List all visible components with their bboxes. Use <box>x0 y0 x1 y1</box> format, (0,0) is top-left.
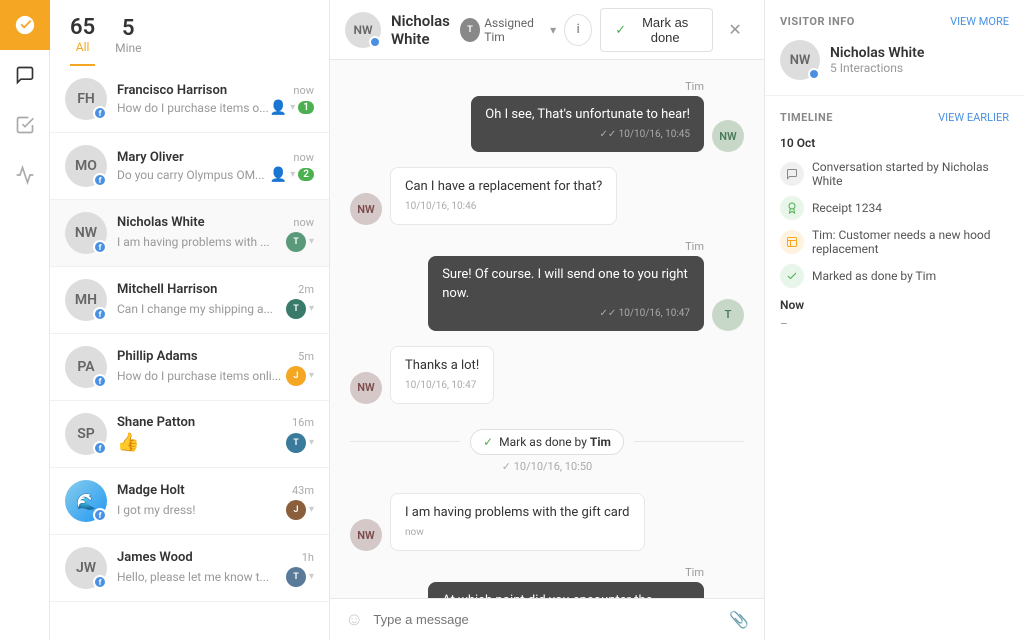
list-item[interactable]: MH f Mitchell Harrison 2m Can I change m… <box>50 267 329 334</box>
list-item[interactable]: PA f Phillip Adams 5m How do I purchase … <box>50 334 329 401</box>
visitor-name: Nicholas White <box>830 45 924 61</box>
avatar: SP f <box>65 413 107 455</box>
sidebar <box>0 0 50 640</box>
avatar: FH f <box>65 78 107 120</box>
assigned-label[interactable]: T Assigned Tim ▾ <box>460 16 556 44</box>
list-item[interactable]: SP f Shane Patton 16m 👍 T ▾ <box>50 401 329 468</box>
tab-all[interactable]: 65 All <box>70 15 95 66</box>
timeline-item: Tim: Customer needs a new hood replaceme… <box>780 228 1009 256</box>
chat-input-area: ☺ 📎 <box>330 598 764 640</box>
messenger-badge: f <box>93 441 107 455</box>
message-bubble: I am having problems with the gift card … <box>390 493 645 551</box>
messenger-badge: f <box>93 240 107 254</box>
message-row: T Tim Sure! Of course. I will send one t… <box>350 240 744 330</box>
conv-header: 65 All 5 Mine <box>50 0 329 66</box>
visitor-info-section: VISITOR INFO VIEW MORE NW Nicholas White… <box>765 0 1024 96</box>
conversation-icon <box>780 162 804 186</box>
message-bubble: Can I have a replacement for that? 10/10… <box>390 167 617 225</box>
chat-header: NW Nicholas White T Assigned Tim ▾ i ✓ M… <box>330 0 764 60</box>
message-row: NW Tim Oh I see, That's unfortunate to h… <box>350 80 744 152</box>
customer-avatar: NW <box>350 193 382 225</box>
message-bubble: Sure! Of course. I will send one to you … <box>428 256 704 330</box>
timeline-item: Marked as done by Tim <box>780 264 1009 288</box>
list-item[interactable]: JW f James Wood 1h Hello, please let me … <box>50 535 329 602</box>
message-input[interactable] <box>373 612 719 627</box>
visitor-interactions: 5 Interactions <box>830 61 924 75</box>
assigned-agent-avatar: T <box>460 18 480 42</box>
info-button[interactable]: i <box>564 14 592 46</box>
avatar: NW f <box>65 212 107 254</box>
app-logo <box>0 0 50 50</box>
message-bubble: Oh I see, That's unfortunate to hear! ✓✓… <box>471 96 704 152</box>
avatar: PA f <box>65 346 107 388</box>
check-icon: ✓ <box>615 22 626 38</box>
timeline-section: TIMELINE VIEW EARLIER 10 Oct Conversatio… <box>765 96 1024 346</box>
messenger-badge: f <box>93 374 107 388</box>
list-item[interactable]: 🌊 f Madge Holt 43m I got my dress! J ▾ <box>50 468 329 535</box>
visitor-info-title: VISITOR INFO <box>780 15 855 28</box>
timeline-item: Receipt 1234 <box>780 196 1009 220</box>
avatar: 🌊 f <box>65 480 107 522</box>
customer-avatar: NW <box>350 372 382 404</box>
list-item[interactable]: MO f Mary Oliver now Do you carry Olympu… <box>50 133 329 200</box>
messenger-badge: f <box>93 508 107 522</box>
sidebar-item-analytics[interactable] <box>0 150 50 200</box>
message-row: NW Can I have a replacement for that? 10… <box>350 167 744 225</box>
message-row: NW Thanks a lot! 10/10/16, 10:47 <box>350 346 744 404</box>
agent-avatar: NW <box>712 120 744 152</box>
checkmark-icon <box>780 264 804 288</box>
sidebar-item-tasks[interactable] <box>0 100 50 150</box>
emoji-button[interactable]: ☺ <box>345 609 363 630</box>
attach-button[interactable]: 📎 <box>729 610 749 629</box>
chevron-down-icon: ▾ <box>550 23 556 37</box>
message-bubble: At which point did you encounter the pro… <box>428 582 704 598</box>
agent-avatar: T <box>712 299 744 331</box>
avatar: MO f <box>65 145 107 187</box>
conversation-list: 65 All 5 Mine FH f Francisco Harrison no… <box>50 0 330 640</box>
timeline-date: 10 Oct <box>780 136 1009 150</box>
mark-done-divider: ✓ Mark as done by Tim ✓ 10/10/16, 10:50 <box>350 424 744 473</box>
timeline-dash: – <box>780 317 1009 331</box>
chat-messages: NW Tim Oh I see, That's unfortunate to h… <box>330 60 764 598</box>
close-button[interactable]: ✕ <box>721 14 749 46</box>
messenger-badge: f <box>93 173 107 187</box>
message-bubble: Thanks a lot! 10/10/16, 10:47 <box>390 346 494 404</box>
messenger-badge: f <box>93 106 107 120</box>
view-earlier-link[interactable]: VIEW EARLIER <box>938 111 1009 124</box>
avatar: MH f <box>65 279 107 321</box>
messenger-badge: f <box>93 575 107 589</box>
avatar: JW f <box>65 547 107 589</box>
messenger-badge: f <box>93 307 107 321</box>
chat-contact-name: Nicholas White <box>391 12 450 48</box>
visitor-avatar: NW <box>780 40 820 80</box>
view-more-link[interactable]: VIEW MORE <box>950 15 1009 28</box>
mark-done-pill: ✓ Mark as done by Tim <box>470 429 624 455</box>
list-item[interactable]: NW f Nicholas White now I am having prob… <box>50 200 329 267</box>
list-item[interactable]: FH f Francisco Harrison now How do I pur… <box>50 66 329 133</box>
chat-header-actions: T Assigned Tim ▾ i ✓ Mark as done ✕ <box>460 8 749 52</box>
receipt-icon <box>780 196 804 220</box>
customer-avatar: NW <box>350 519 382 551</box>
conversation-list-items: FH f Francisco Harrison now How do I pur… <box>50 66 329 640</box>
message-row: T Tim At which point did you encounter t… <box>350 566 744 598</box>
timeline-item: Conversation started by Nicholas White <box>780 160 1009 188</box>
note-icon <box>780 230 804 254</box>
timeline-now-label: Now <box>780 298 1009 312</box>
sidebar-item-messages[interactable] <box>0 50 50 100</box>
chat-contact-avatar: NW <box>345 12 381 48</box>
right-panel: VISITOR INFO VIEW MORE NW Nicholas White… <box>764 0 1024 640</box>
tab-mine[interactable]: 5 Mine <box>115 16 141 65</box>
timeline-title: TIMELINE <box>780 111 833 124</box>
mark-as-done-button[interactable]: ✓ Mark as done <box>600 8 713 52</box>
message-row: NW I am having problems with the gift ca… <box>350 493 744 551</box>
chat-area: NW Nicholas White T Assigned Tim ▾ i ✓ M… <box>330 0 764 640</box>
